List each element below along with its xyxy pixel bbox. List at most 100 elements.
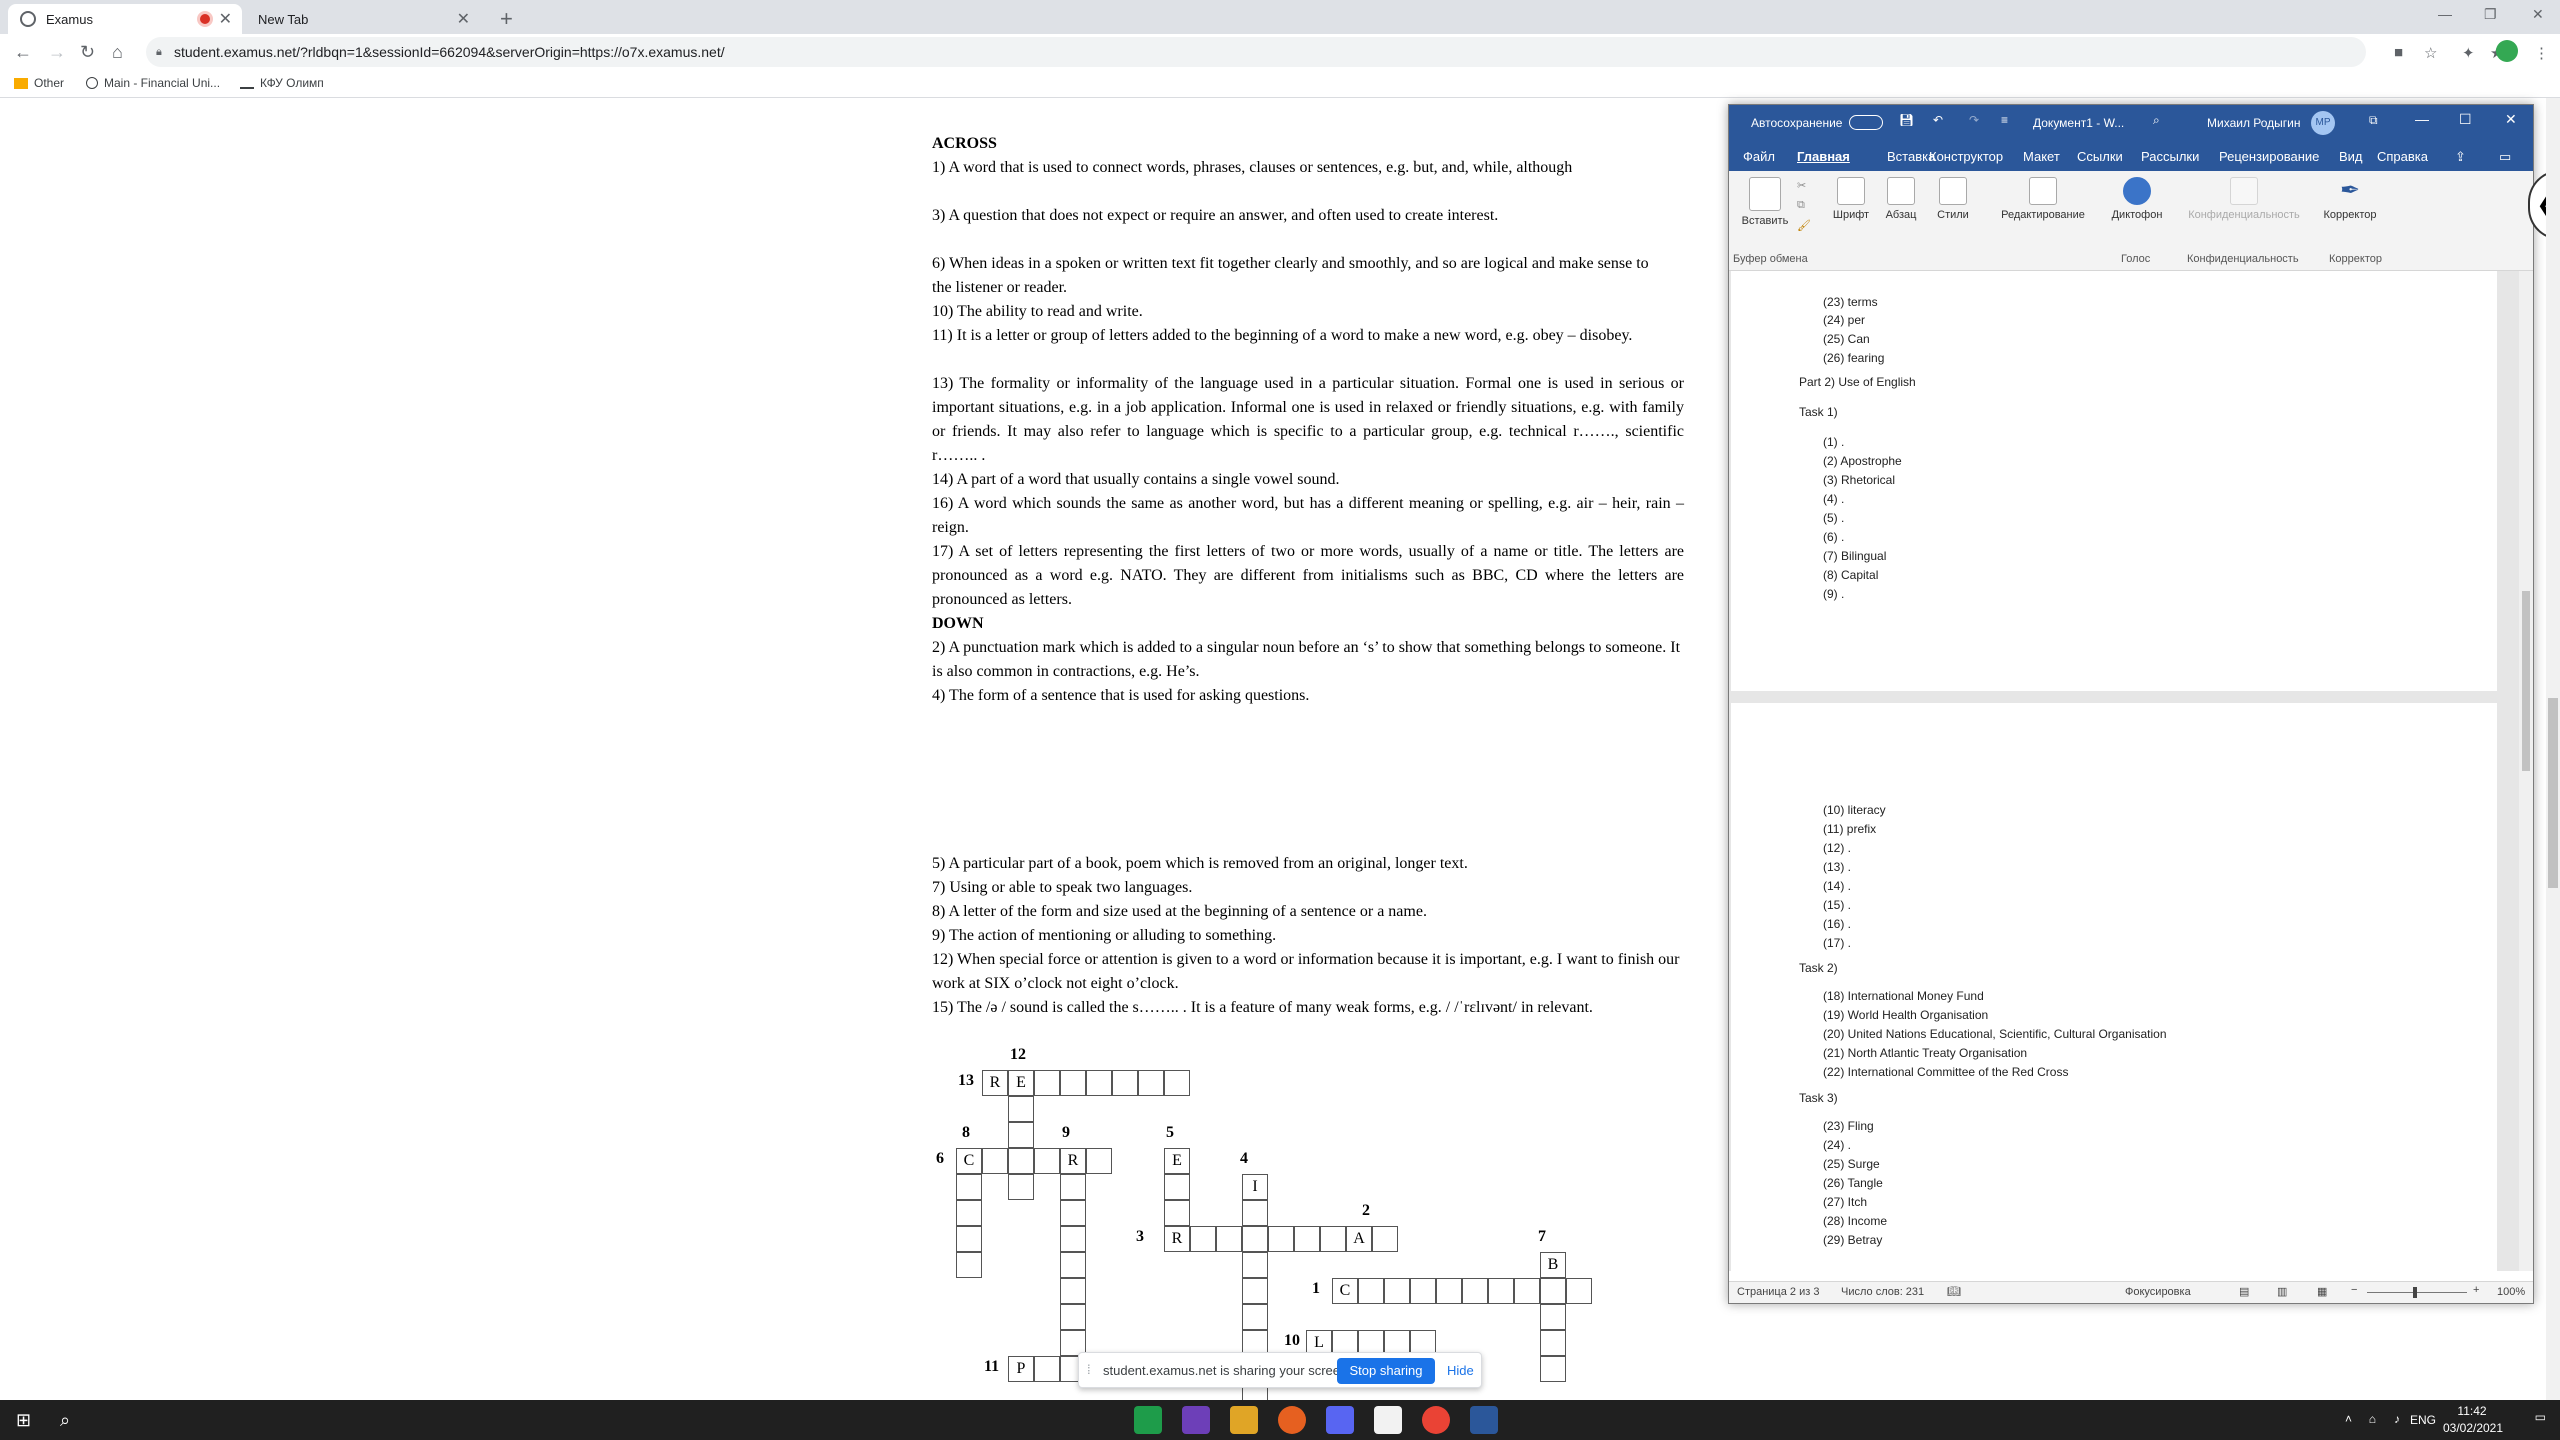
tab-file[interactable]: Файл xyxy=(1743,149,1775,164)
close-window-icon[interactable]: ✕ xyxy=(2532,6,2544,23)
zoom-out-icon[interactable]: − xyxy=(2351,1284,2357,1296)
tab-references[interactable]: Ссылки xyxy=(2077,149,2123,164)
pycharm-icon[interactable] xyxy=(1134,1406,1162,1434)
extensions-icon[interactable]: ✦ xyxy=(2462,44,2475,62)
language-indicator[interactable]: ENG xyxy=(2410,1413,2436,1427)
search-icon[interactable]: ⌕ xyxy=(2153,113,2160,128)
windows-start-icon[interactable]: ⊞ xyxy=(16,1410,31,1431)
group-editor: Корректор xyxy=(2329,253,2382,265)
word-count[interactable]: Число слов: 231 xyxy=(1841,1286,1924,1298)
tab-help[interactable]: Справка xyxy=(2377,149,2428,164)
scroll-thumb[interactable] xyxy=(2522,591,2530,771)
chevron-up-icon[interactable]: ˄ xyxy=(2345,1412,2352,1426)
user-avatar[interactable]: МР xyxy=(2311,111,2335,135)
tab-review[interactable]: Рецензирование xyxy=(2219,149,2319,164)
focus-mode[interactable]: Фокусировка xyxy=(2125,1286,2191,1298)
search-icon[interactable]: ⌕ xyxy=(60,1410,70,1431)
chrome-icon[interactable] xyxy=(1422,1406,1450,1434)
word-icon[interactable] xyxy=(1470,1406,1498,1434)
down-clue-8: 8) A letter of the form and size used at… xyxy=(932,903,1427,920)
notifications-icon[interactable]: ▭ xyxy=(2535,1410,2546,1424)
home-icon[interactable]: ⌂ xyxy=(112,42,123,63)
new-tab-button[interactable]: + xyxy=(500,6,513,32)
clock-time[interactable]: 11:42 xyxy=(2442,1404,2502,1418)
visual-studio-icon[interactable] xyxy=(1182,1406,1210,1434)
discord-icon[interactable] xyxy=(1326,1406,1354,1434)
tab-design[interactable]: Конструктор xyxy=(1929,149,2003,164)
network-icon[interactable]: ⌂ xyxy=(2369,1412,2376,1426)
tab-new-tab[interactable]: New Tab ✕ xyxy=(246,4,480,34)
word-scrollbar[interactable] xyxy=(2519,271,2533,1271)
reload-icon[interactable]: ↻ xyxy=(80,42,95,63)
crossword-number: 3 xyxy=(1136,1228,1144,1245)
volume-icon[interactable]: ♪ xyxy=(2394,1412,2400,1426)
tab-examus[interactable]: Examus ✕ xyxy=(8,4,242,34)
comments-icon[interactable]: ▭ xyxy=(2499,149,2511,165)
restore-icon[interactable]: ❐ xyxy=(2484,6,2497,23)
paragraph-button[interactable]: Абзац xyxy=(1879,177,1923,221)
dictate-button[interactable]: Диктофон xyxy=(2105,177,2169,221)
cut-icon[interactable]: ✂ xyxy=(1797,179,1806,192)
save-icon[interactable]: 💾︎ xyxy=(1899,113,1914,127)
minimize-icon[interactable]: — xyxy=(2415,111,2429,127)
zoom-in-icon[interactable]: + xyxy=(2473,1284,2479,1296)
word-doc-line: (14) . xyxy=(1823,879,1852,893)
tab-mailings[interactable]: Рассылки xyxy=(2141,149,2199,164)
sensitivity-button[interactable]: Конфиденциальность xyxy=(2181,177,2307,221)
maximize-icon[interactable]: ☐ xyxy=(2459,111,2472,128)
minimize-icon[interactable]: — xyxy=(2438,6,2452,22)
word-doc-line: (26) Tangle xyxy=(1823,1176,1883,1190)
hide-button[interactable]: Hide xyxy=(1447,1363,1474,1378)
editor-button[interactable]: ✒ Корректор xyxy=(2319,177,2381,221)
across-clue-3: 3) A question that does not expect or re… xyxy=(932,207,1499,224)
ribbon-options-icon[interactable]: ⧉ xyxy=(2369,113,2378,128)
close-tab-icon[interactable]: ✕ xyxy=(457,9,470,29)
share-icon[interactable]: ⇪ xyxy=(2455,149,2466,165)
redo-icon[interactable]: ↷ xyxy=(1969,113,1979,127)
tab-layout[interactable]: Макет xyxy=(2023,149,2060,164)
autosave-toggle[interactable] xyxy=(1849,115,1883,130)
styles-button[interactable]: Стили xyxy=(1931,177,1975,221)
paste-button[interactable]: Вставить xyxy=(1737,177,1793,227)
zoom-slider[interactable] xyxy=(2367,1292,2467,1293)
copy-icon[interactable]: ⧉ xyxy=(1797,199,1805,212)
menu-icon[interactable]: ⋮ xyxy=(2534,44,2549,62)
bookmark-main-financial[interactable]: Main - Financial Uni... xyxy=(86,76,220,90)
crossword-cell xyxy=(1462,1278,1488,1304)
bookmark-other[interactable]: Other xyxy=(14,76,64,90)
crossword-cell xyxy=(1164,1070,1190,1096)
stop-sharing-button[interactable]: Stop sharing xyxy=(1337,1358,1435,1384)
customize-icon[interactable]: ≡ xyxy=(2001,113,2008,127)
read-mode-icon[interactable]: ▤ xyxy=(2239,1285,2249,1298)
proofing-icon[interactable]: 📖︎ xyxy=(1947,1285,1961,1298)
word-document-area[interactable]: (23) terms (24) per (25) Can (26) fearing Pa… xyxy=(1729,271,2519,1271)
down-clue-9: 9) The action of mentioning or alluding … xyxy=(932,927,1277,944)
tab-home[interactable]: Главная xyxy=(1797,149,1850,164)
close-tab-icon[interactable]: ✕ xyxy=(219,9,232,29)
back-icon[interactable]: ← xyxy=(14,42,32,63)
profile-avatar[interactable] xyxy=(2496,40,2518,62)
format-painter-icon[interactable]: 🖌︎ xyxy=(1797,219,1811,232)
forward-icon[interactable]: → xyxy=(48,42,66,63)
notepad-icon[interactable] xyxy=(1374,1406,1402,1434)
bookmark-kfu[interactable]: КФУ Олимп xyxy=(240,76,324,90)
star-icon[interactable]: ☆ xyxy=(2424,44,2437,62)
page-scrollbar[interactable] xyxy=(2546,98,2560,1400)
undo-icon[interactable]: ↶ xyxy=(1933,113,1943,127)
page-counter[interactable]: Страница 2 из 3 xyxy=(1737,1286,1819,1298)
web-layout-icon[interactable]: ▦ xyxy=(2317,1285,2327,1298)
zoom-slider-thumb[interactable] xyxy=(2413,1287,2417,1298)
address-bar[interactable]: 🔒︎ student.examus.net/?rldbqn=1&sessionI… xyxy=(146,37,2366,67)
font-button[interactable]: Шрифт xyxy=(1829,177,1873,221)
firefox-icon[interactable] xyxy=(1278,1406,1306,1434)
scroll-thumb[interactable] xyxy=(2548,698,2558,888)
zoom-level[interactable]: 100% xyxy=(2497,1286,2525,1298)
print-layout-icon[interactable]: ▥ xyxy=(2277,1285,2287,1298)
clock-date[interactable]: 03/02/2021 xyxy=(2438,1421,2508,1435)
file-explorer-icon[interactable] xyxy=(1230,1406,1258,1434)
close-window-icon[interactable]: ✕ xyxy=(2505,111,2517,128)
camera-icon[interactable]: ■ xyxy=(2394,44,2403,61)
editing-button[interactable]: Редактирование xyxy=(1995,177,2091,221)
tab-view[interactable]: Вид xyxy=(2339,149,2363,164)
drag-handle-icon[interactable]: ⁞ xyxy=(1087,1362,1091,1377)
